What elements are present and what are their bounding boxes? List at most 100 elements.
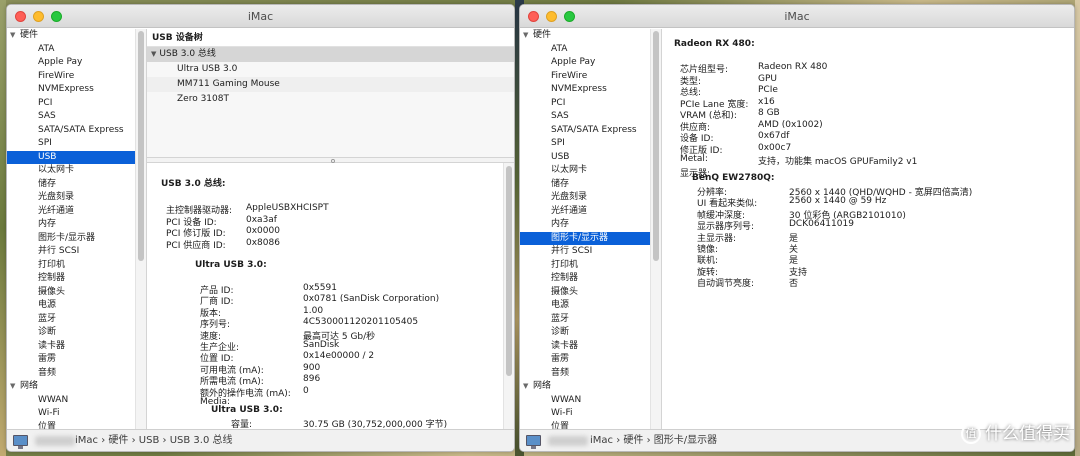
sidebar-item[interactable]: PCI	[7, 97, 146, 111]
breadcrumb-item[interactable]: USB	[139, 435, 160, 446]
sidebar-item[interactable]: 诊断	[520, 326, 661, 340]
sidebar-item-label: 光纤通道	[38, 205, 75, 216]
sidebar-scroll-thumb[interactable]	[138, 31, 144, 261]
sidebar-item[interactable]: 读卡器	[520, 340, 661, 354]
sidebar-item[interactable]: 位置	[7, 421, 146, 430]
sidebar-item[interactable]: ATA	[7, 43, 146, 57]
window-title: iMac	[247, 10, 274, 23]
sidebar-item[interactable]: 图形卡/显示器	[520, 231, 650, 245]
sidebar-group[interactable]: ▼ 网络	[7, 380, 146, 394]
sidebar-item[interactable]: 光纤通道	[520, 205, 661, 219]
sidebar-item[interactable]: 以太网卡	[7, 164, 146, 178]
sidebar-group[interactable]: ▼ 硬件	[7, 29, 146, 43]
sidebar-item[interactable]: 并行 SCSI	[7, 245, 146, 259]
disclosure-triangle-icon[interactable]: ▼	[151, 50, 156, 58]
sidebar-item[interactable]: 音频	[520, 367, 661, 381]
disclosure-triangle-icon[interactable]: ▼	[10, 29, 20, 43]
breadcrumb-item[interactable]: 图形卡/显示器	[654, 435, 717, 446]
detail-scroll-thumb[interactable]	[506, 166, 512, 376]
chevron-right-icon: ›	[131, 435, 139, 446]
desktop-wallpaper-right	[1075, 0, 1080, 456]
sidebar-item[interactable]: WWAN	[7, 394, 146, 408]
sidebar-item[interactable]: 图形卡/显示器	[7, 232, 146, 246]
sidebar-item[interactable]: USB	[7, 150, 135, 164]
breadcrumb-item[interactable]: 硬件	[108, 435, 128, 446]
sidebar-item[interactable]: Wi-Fi	[7, 407, 146, 421]
sidebar-item[interactable]: 读卡器	[7, 340, 146, 354]
sidebar-item[interactable]: SATA/SATA Express	[520, 124, 661, 138]
sidebar-item[interactable]: 并行 SCSI	[520, 245, 661, 259]
sidebar-item[interactable]: 音频	[7, 367, 146, 381]
sidebar-item-label: SATA/SATA Express	[551, 124, 637, 135]
sidebar-item[interactable]: Apple Pay	[7, 56, 146, 70]
sidebar-item[interactable]: 以太网卡	[520, 164, 661, 178]
sidebar-item[interactable]: 光纤通道	[7, 205, 146, 219]
sidebar-item[interactable]: PCI	[520, 97, 661, 111]
breadcrumb-item[interactable]: USB 3.0 总线	[170, 435, 233, 446]
sidebar-item[interactable]: WWAN	[520, 394, 661, 408]
sidebar-item[interactable]: SATA/SATA Express	[7, 124, 146, 138]
sidebar-item[interactable]: 诊断	[7, 326, 146, 340]
sidebar-item[interactable]: 雷雳	[520, 353, 661, 367]
sidebar-group[interactable]: ▼ 网络	[520, 380, 661, 394]
sidebar-item[interactable]: SAS	[520, 110, 661, 124]
sidebar-item[interactable]: 打印机	[7, 259, 146, 273]
sidebar-item[interactable]: SPI	[520, 137, 661, 151]
sidebar-group[interactable]: ▼ 硬件	[520, 29, 661, 43]
sidebar-item[interactable]: Apple Pay	[520, 56, 661, 70]
sidebar-item[interactable]: 内存	[7, 218, 146, 232]
sidebar-item[interactable]: Wi-Fi	[520, 407, 661, 421]
usb-tree-row-bus[interactable]: ▼ USB 3.0 总线	[147, 47, 514, 62]
sidebar-item[interactable]: 摄像头	[7, 286, 146, 300]
info-value: 2560 x 1440 @ 59 Hz	[789, 196, 887, 207]
sidebar-item[interactable]: 控制器	[520, 272, 661, 286]
sidebar-item-label: FireWire	[38, 70, 75, 81]
sidebar-item[interactable]: SPI	[7, 137, 146, 151]
sidebar-scroll-thumb[interactable]	[653, 31, 659, 261]
disclosure-triangle-icon[interactable]: ▼	[523, 380, 533, 394]
usb-tree-row[interactable]: Ultra USB 3.0	[147, 62, 514, 77]
sidebar-item[interactable]: 摄像头	[520, 286, 661, 300]
info-value: GPU	[758, 73, 777, 84]
sidebar-item[interactable]: 控制器	[7, 272, 146, 286]
sidebar-item-label: 并行 SCSI	[551, 246, 593, 256]
disclosure-triangle-icon[interactable]: ▼	[10, 380, 20, 394]
sidebar-item[interactable]: SAS	[7, 110, 146, 124]
sidebar-tree: ▼ 硬件 ATA Apple Pay FireWire NVMExpress PCI SAS S…	[520, 29, 661, 429]
breadcrumb-item[interactable]: 硬件	[623, 435, 643, 446]
sidebar-item[interactable]: 蓝牙	[7, 313, 146, 327]
sidebar-item[interactable]: NVMExpress	[7, 83, 146, 97]
sidebar-item[interactable]: 打印机	[520, 259, 661, 273]
sidebar-item[interactable]: NVMExpress	[520, 83, 661, 97]
bus-section-title: USB 3.0 总线:	[161, 179, 226, 189]
sidebar-item[interactable]: FireWire	[520, 70, 661, 84]
sidebar-item[interactable]: 内存	[520, 218, 661, 232]
sidebar-item[interactable]: 位置	[520, 421, 661, 430]
sidebar-item[interactable]: 雷雳	[7, 353, 146, 367]
breadcrumb-item[interactable]: iMac	[590, 435, 613, 446]
sidebar-item[interactable]: 蓝牙	[520, 313, 661, 327]
sidebar-scrollbar[interactable]	[650, 29, 661, 429]
gpu-section-title: Radeon RX 480:	[674, 39, 755, 49]
sidebar-item-label: 读卡器	[551, 340, 579, 351]
sidebar-item-label: 以太网卡	[551, 165, 588, 175]
usb-tree-row[interactable]: MM711 Gaming Mouse	[147, 77, 514, 92]
sidebar-item[interactable]: 电源	[520, 299, 661, 313]
sidebar-item[interactable]: 光盘刻录	[520, 191, 661, 205]
breadcrumb-item[interactable]: iMac	[75, 435, 98, 446]
chevron-right-icon: ›	[646, 435, 654, 446]
sidebar-scrollbar[interactable]	[135, 29, 146, 429]
sidebar-item[interactable]: 储存	[520, 178, 661, 192]
sidebar-item[interactable]: USB	[520, 151, 661, 165]
window-title: iMac	[784, 10, 810, 23]
usb-tree-row[interactable]: Zero 3108T	[147, 92, 514, 107]
sidebar-item[interactable]: 储存	[7, 178, 146, 192]
sidebar-item[interactable]: 光盘刻录	[7, 191, 146, 205]
sidebar-item[interactable]: FireWire	[7, 70, 146, 84]
detail-scrollbar[interactable]	[503, 163, 514, 429]
sidebar-item-label: ATA	[551, 43, 568, 54]
content-pane: USB 设备树 ▼ USB 3.0 总线 Ultra USB 3.0 MM711 …	[147, 29, 514, 429]
disclosure-triangle-icon[interactable]: ▼	[523, 29, 533, 43]
sidebar-item[interactable]: ATA	[520, 43, 661, 57]
sidebar-item[interactable]: 电源	[7, 299, 146, 313]
